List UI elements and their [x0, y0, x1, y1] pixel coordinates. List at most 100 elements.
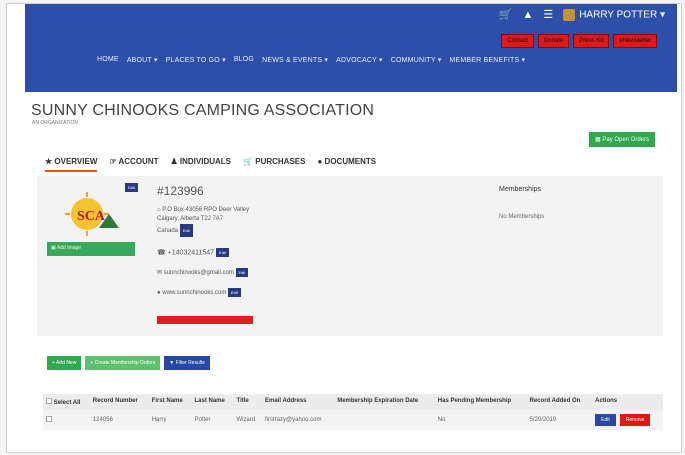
add-new-button[interactable]: + Add New — [47, 356, 82, 370]
website-edit-button[interactable]: Edit — [228, 288, 241, 297]
tab-individuals-label: INDIVIDUALS — [179, 157, 232, 166]
cell-pending: No — [434, 410, 527, 430]
nav-community[interactable]: COMMUNITY ▾ — [391, 56, 442, 64]
pay-open-orders-label: Pay Open Orders — [602, 137, 649, 143]
cell-first-name: Harry — [148, 410, 192, 430]
globe-icon: ● — [157, 290, 161, 297]
pay-open-orders-button[interactable]: ▦ Pay Open Orders — [588, 132, 655, 147]
row-select-cell — [43, 410, 90, 430]
nav-advocacy[interactable]: ADVOCACY ▾ — [336, 56, 383, 64]
nav-blog[interactable]: BLOG — [234, 56, 254, 64]
tab-account[interactable]: ☞ ACCOUNT — [109, 157, 158, 172]
col-last-name[interactable]: Last Name — [191, 394, 234, 410]
tab-documents-label: DOCUMENTS — [324, 157, 377, 166]
page-subtitle: AN ORGANIZATION — [32, 120, 79, 126]
address-line-2: Calgary, Alberta T2J 7A7 — [157, 216, 224, 222]
document-icon: ● — [317, 157, 323, 166]
tab-bar: ★ OVERVIEW ☞ ACCOUNT ♟ INDIVIDUALS 🛒 PUR… — [45, 157, 376, 172]
phone-number: +14032411547 — [167, 249, 215, 257]
add-image-label: Add Image — [56, 245, 82, 251]
status-bar[interactable] — [157, 316, 253, 324]
organization-logo: SCA — [65, 192, 119, 236]
col-actions: Actions — [592, 394, 663, 410]
header-buttons: Contact Donate Press Kit eNewsletter — [501, 34, 657, 48]
contact-button[interactable]: Contact — [501, 34, 534, 48]
memberships-heading: Memberships — [499, 186, 542, 193]
site-header: 🛒 ▲ ☰ HARRY POTTER ▾ Contact Donate Pres… — [25, 4, 677, 92]
cell-title: Wizard — [233, 410, 263, 430]
col-email[interactable]: Email Address — [262, 394, 335, 410]
star-icon: ★ — [45, 157, 53, 166]
user-icon: ♟ — [170, 157, 178, 166]
row-edit-button[interactable]: Edit — [595, 414, 616, 426]
utility-bar: 🛒 ▲ ☰ HARRY POTTER ▾ — [499, 8, 665, 21]
record-number: #123996 — [157, 184, 204, 198]
chevron-down-icon: ▾ — [659, 9, 665, 21]
phone-icon: ☎ — [157, 249, 166, 257]
donate-button[interactable]: Donate — [537, 34, 570, 48]
filter-results-button[interactable]: ▼ Filter Results — [164, 356, 210, 370]
email-row: ✉ sunnchinooks@gmail.com Edit — [157, 268, 249, 277]
enewsletter-button[interactable]: eNewsletter — [613, 34, 657, 48]
envelope-icon: ✉ — [157, 270, 163, 277]
email-link[interactable]: sunnchinooks@gmail.com — [164, 270, 234, 276]
home-icon: ⌂ — [157, 207, 161, 213]
tab-purchases-label: PURCHASES — [255, 157, 306, 166]
email-edit-button[interactable]: Edit — [235, 268, 249, 277]
nav-about[interactable]: ABOUT ▾ — [127, 56, 158, 64]
address-line-1: P.O Box 43056 RPO Deer Valley — [162, 207, 250, 213]
filter-icon: ▼ — [169, 360, 175, 366]
cart-icon[interactable]: 🛒 — [499, 8, 513, 21]
user-menu[interactable]: HARRY POTTER ▾ — [563, 8, 665, 21]
logo-edit-button[interactable]: Edit — [125, 183, 138, 192]
col-title[interactable]: Title — [233, 394, 263, 410]
col-added-on[interactable]: Record Added On — [526, 394, 593, 410]
address-edit-button[interactable]: Edit — [179, 224, 193, 237]
tab-overview-label: OVERVIEW — [54, 157, 98, 166]
account-icon: ☞ — [109, 157, 117, 166]
main-nav: HOME ABOUT ▾ PLACES TO GO ▾ BLOG NEWS & … — [97, 56, 525, 64]
tab-documents[interactable]: ● DOCUMENTS — [317, 157, 376, 172]
filter-results-label: Filter Results — [175, 360, 205, 366]
cell-record-number: 124056 — [89, 410, 149, 430]
col-select-all[interactable]: Select All — [43, 394, 90, 410]
table-header-row: Select All Record Number First Name Last… — [43, 394, 663, 410]
page-frame: 🛒 ▲ ☰ HARRY POTTER ▾ Contact Donate Pres… — [6, 3, 682, 453]
col-select-all-label: Select All — [53, 400, 81, 406]
phone-edit-button[interactable]: Edit — [216, 248, 229, 257]
website-row: ● www.sunnchinooks.com Edit — [157, 288, 241, 297]
select-all-checkbox[interactable] — [46, 398, 52, 404]
nav-home[interactable]: HOME — [97, 56, 119, 64]
overview-card: SCA Edit ▣ Add Image #123996 ⌂ P.O Box 4… — [37, 176, 663, 336]
address-line-3: Canada — [157, 228, 179, 235]
alert-icon[interactable]: ▲ — [522, 9, 533, 21]
tab-purchases[interactable]: 🛒 PURCHASES — [243, 157, 305, 172]
svg-text:SCA: SCA — [77, 209, 106, 224]
memberships-empty: No Memberships — [499, 214, 545, 220]
col-first-name[interactable]: First Name — [148, 394, 192, 410]
nav-places[interactable]: PLACES TO GO ▾ — [166, 56, 226, 64]
phone-row: ☎ +14032411547 Edit — [157, 248, 229, 257]
user-name: HARRY POTTER — [579, 9, 658, 21]
table-row: 124056 Harry Potter Wizard firstrazy@yah… — [43, 410, 663, 430]
add-image-button[interactable]: ▣ Add Image — [47, 242, 135, 256]
nav-news-events[interactable]: NEWS & EVENTS ▾ — [262, 56, 328, 64]
website-link[interactable]: www.sunnchinooks.com — [162, 290, 226, 296]
cell-actions: Edit Remove — [592, 410, 663, 430]
tab-account-label: ACCOUNT — [118, 157, 159, 166]
action-bar: + Add New + Create Membership Orders ▼ F… — [47, 356, 210, 370]
nav-member-benefits[interactable]: MEMBER BENEFITS ▾ — [449, 56, 525, 64]
col-record-number[interactable]: Record Number — [89, 394, 149, 410]
col-expiration[interactable]: Membership Expiration Date — [334, 394, 435, 410]
image-icon: ▣ — [51, 245, 56, 251]
cell-last-name: Potter — [191, 410, 234, 430]
col-pending[interactable]: Has Pending Membership — [434, 394, 527, 410]
cart-icon: 🛒 — [243, 157, 253, 166]
tab-individuals[interactable]: ♟ INDIVIDUALS — [171, 157, 232, 172]
create-membership-orders-button[interactable]: + Create Membership Orders — [85, 356, 161, 370]
row-checkbox[interactable] — [46, 416, 52, 422]
row-remove-button[interactable]: Remove — [619, 414, 651, 426]
press-kit-button[interactable]: Press Kit — [573, 34, 610, 48]
tab-overview[interactable]: ★ OVERVIEW — [45, 157, 98, 172]
menu-icon[interactable]: ☰ — [543, 8, 553, 21]
